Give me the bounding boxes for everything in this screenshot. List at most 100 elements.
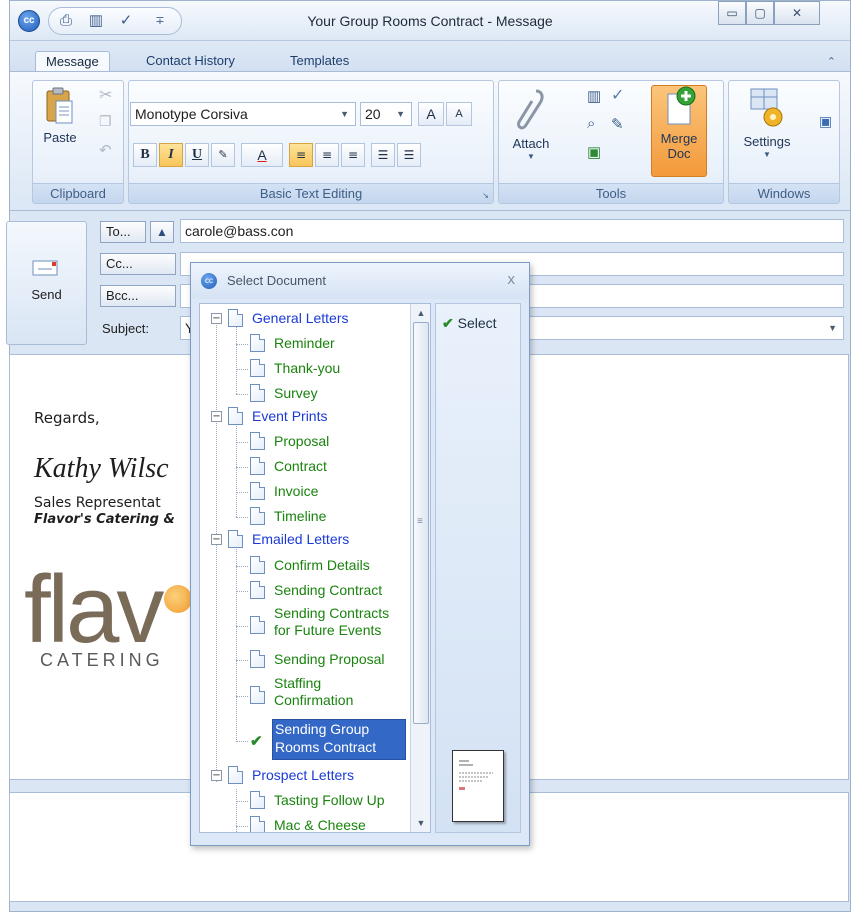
chevron-down-icon: ▼ (340, 109, 349, 119)
dialog-close-button[interactable]: x (508, 271, 516, 288)
dialog-launcher-icon[interactable]: ↘ (482, 191, 489, 200)
numbering-icon[interactable]: ☰ (397, 143, 421, 167)
signature-name: Kathy Wilsc (34, 453, 169, 484)
attach-button[interactable]: Attach ▼ (507, 85, 555, 162)
undo-icon[interactable]: ↶ (99, 141, 112, 159)
to-field[interactable]: carole@bass.con (180, 219, 844, 243)
underline-button[interactable]: U (185, 143, 209, 167)
font-size-select[interactable]: 20 ▼ (360, 102, 412, 126)
tree-line (236, 741, 248, 742)
dialog-title: Select Document (227, 273, 326, 288)
send-envelope-icon (32, 260, 57, 276)
cc-button[interactable]: Cc... (100, 253, 176, 275)
bullets-icon[interactable]: ☰ (371, 143, 395, 167)
tree-item-confirm-details[interactable]: Confirm Details (274, 554, 370, 578)
tree-line (236, 394, 248, 395)
grow-font-button[interactable]: A (418, 102, 444, 126)
tree-item-proposal[interactable]: Proposal (274, 430, 329, 454)
tree-item-invoice[interactable]: Invoice (274, 480, 318, 504)
expander-emailed-letters[interactable]: − (211, 534, 222, 545)
tree-item-sending-contracts-future[interactable]: Sending Contracts for Future Events (274, 605, 404, 645)
italic-button[interactable]: I (159, 143, 183, 167)
tools-group-label: Tools (499, 183, 723, 203)
tab-message[interactable]: Message (35, 51, 110, 73)
paste-button[interactable]: Paste (37, 87, 83, 146)
excel-small-icon[interactable]: ▣ (587, 143, 601, 161)
tree-item-mac-cheese[interactable]: Mac & Cheese (274, 814, 366, 832)
preview-small-icon[interactable]: ⌕ (587, 115, 595, 132)
tree-item-survey[interactable]: Survey (274, 382, 318, 406)
folder-doc-icon (228, 309, 243, 327)
select-button[interactable]: ✔ Select (442, 312, 514, 336)
maximize-button[interactable]: ▢ (746, 1, 774, 25)
document-preview-thumbnail (452, 750, 504, 822)
expander-event-prints[interactable]: − (211, 411, 222, 422)
tree-item-sending-contract[interactable]: Sending Contract (274, 579, 382, 603)
document-icon (250, 816, 265, 832)
tab-templates[interactable]: Templates (280, 51, 359, 73)
document-icon (250, 334, 265, 352)
align-right-icon[interactable]: ≡ (341, 143, 365, 167)
collapse-ribbon-icon[interactable]: ⌃ (827, 55, 836, 68)
minimize-button[interactable]: ▭ (718, 1, 746, 25)
merge-doc-label-2: Doc (667, 146, 691, 161)
logo-orange-icon (164, 585, 192, 613)
cut-icon[interactable]: ✂ (99, 85, 112, 105)
bcc-button[interactable]: Bcc... (100, 285, 176, 307)
merge-doc-icon (667, 86, 696, 125)
tree-item-tasting-follow-up[interactable]: Tasting Follow Up (274, 789, 385, 813)
contact-lookup-icon[interactable]: ▲ (150, 221, 174, 243)
send-button[interactable]: Send (6, 221, 87, 345)
tree-item-timeline[interactable]: Timeline (274, 505, 326, 529)
tab-contact-history[interactable]: Contact History (136, 51, 245, 73)
settings-dropdown-icon: ▼ (763, 150, 771, 159)
tree-item-staffing-confirmation[interactable]: Staffing Confirmation (274, 675, 404, 715)
align-center-icon[interactable]: ≡ (315, 143, 339, 167)
align-left-icon[interactable]: ≡ (289, 143, 313, 167)
to-button[interactable]: To... (100, 221, 146, 243)
regards-text: Regards, (34, 409, 100, 427)
copy-icon[interactable]: ❐ (99, 113, 112, 130)
highlight-icon[interactable]: ✎ (211, 143, 235, 167)
spell-check-small-icon[interactable]: ✓ (611, 85, 624, 105)
tree-item-general-letters[interactable]: General Letters (252, 307, 349, 331)
tree-item-reminder[interactable]: Reminder (274, 332, 335, 356)
tree-line (236, 826, 248, 827)
expander-prospect-letters[interactable]: − (211, 770, 222, 781)
chevron-down-icon: ▼ (396, 109, 405, 119)
bold-button[interactable]: B (133, 143, 157, 167)
send-label: Send (31, 287, 62, 302)
shrink-font-button[interactable]: A (446, 102, 472, 126)
font-name-select[interactable]: Monotype Corsiva ▼ (130, 102, 356, 126)
clipboard-group: Paste ✂ ❐ ↶ Clipboard (32, 80, 124, 204)
tree-line (236, 591, 248, 592)
selected-check-icon: ✔ (250, 733, 263, 750)
document-tree[interactable]: − General Letters Reminder Thank-you Sur… (199, 303, 431, 833)
font-color-button[interactable]: A (241, 143, 283, 167)
settings-button[interactable]: Settings ▼ (735, 85, 799, 160)
tree-item-event-prints[interactable]: Event Prints (252, 405, 327, 429)
tree-line (236, 517, 248, 518)
attach-label: Attach (512, 136, 550, 151)
expander-general-letters[interactable]: − (211, 313, 222, 324)
close-button[interactable]: ✕ (774, 1, 820, 25)
font-name-value: Monotype Corsiva (135, 106, 248, 122)
address-book-small-icon[interactable]: ▥ (587, 87, 601, 105)
tree-scrollbar[interactable]: ▲ ≡ ▼ (410, 304, 430, 832)
scroll-up-icon[interactable]: ▲ (414, 306, 428, 320)
tree-item-sending-proposal[interactable]: Sending Proposal (274, 648, 385, 672)
merge-doc-button[interactable]: Merge Doc (651, 85, 707, 177)
tree-item-sending-group-rooms-contract[interactable]: Sending Group Rooms Contract (272, 719, 406, 760)
scroll-down-icon[interactable]: ▼ (414, 816, 428, 830)
window-switch-icon[interactable]: ▣ (819, 113, 832, 130)
tree-line (236, 492, 248, 493)
tree-item-prospect-letters[interactable]: Prospect Letters (252, 764, 354, 788)
tree-line (236, 424, 237, 517)
tree-item-contract[interactable]: Contract (274, 455, 327, 479)
tree-item-thank-you[interactable]: Thank-you (274, 357, 340, 381)
logo-catering-text: CATERING (40, 650, 164, 670)
tree-item-emailed-letters[interactable]: Emailed Letters (252, 528, 349, 552)
edit-doc-small-icon[interactable]: ✎ (611, 115, 624, 133)
grip-icon: ≡ (417, 516, 423, 527)
settings-icon (750, 88, 783, 127)
